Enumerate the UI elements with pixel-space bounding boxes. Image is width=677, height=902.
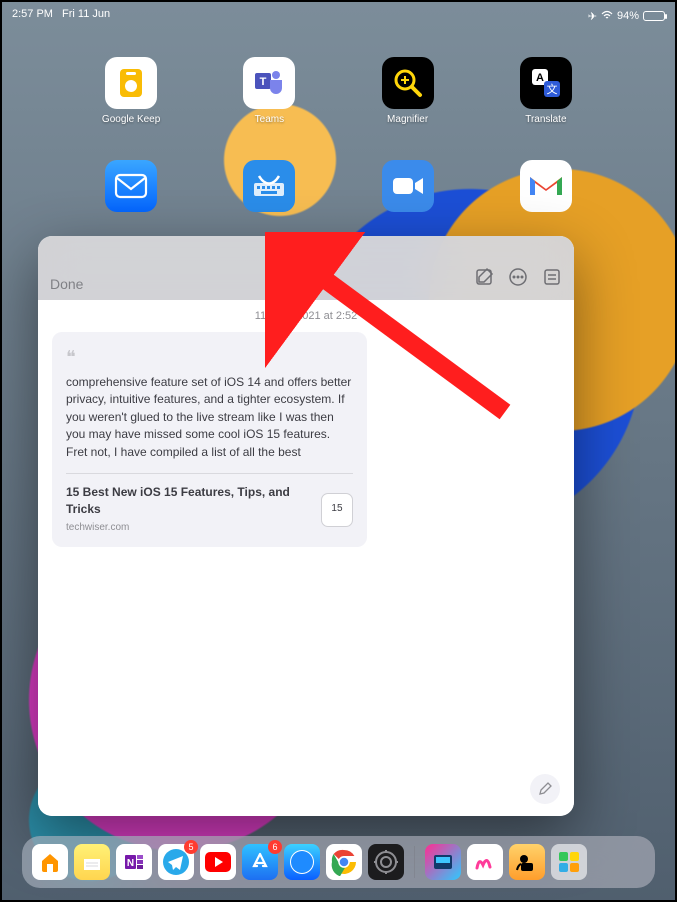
translate-icon: A文: [520, 57, 572, 109]
dock-app-telegram[interactable]: 5: [158, 844, 194, 880]
status-left: 2:57 PM Fri 11 Jun: [12, 8, 116, 24]
status-right: ✈︎ 94%: [588, 8, 665, 24]
excerpt-text: comprehensive feature set of iOS 14 and …: [66, 374, 353, 461]
app-label: Translate: [525, 114, 566, 125]
dock-recent-3[interactable]: [509, 844, 545, 880]
google-keep-icon: [105, 57, 157, 109]
app-translate[interactable]: A文 Translate: [506, 57, 586, 125]
dock-app-chrome[interactable]: [326, 844, 362, 880]
dock-app-notes[interactable]: [74, 844, 110, 880]
link-title: 15 Best New iOS 15 Features, Tips, and T…: [66, 484, 311, 519]
modal-header: Done: [38, 236, 574, 300]
app-label: Google Keep: [102, 114, 160, 125]
dock-recent-1[interactable]: [425, 844, 461, 880]
status-bar: 2:57 PM Fri 11 Jun ✈︎ 94%: [2, 8, 675, 24]
dock-app-settings[interactable]: [368, 844, 404, 880]
mail-icon: [105, 160, 157, 212]
compose-icon[interactable]: [474, 267, 494, 292]
app-mail[interactable]: [91, 160, 171, 212]
clock: 2:57 PM: [12, 8, 53, 20]
svg-text:A: A: [536, 72, 544, 84]
home-screen: Google Keep T Teams Magnifier A文 Transla…: [2, 57, 675, 247]
notes-list-icon[interactable]: [542, 267, 562, 292]
app-zoom[interactable]: [368, 160, 448, 212]
dock-app-library[interactable]: [551, 844, 587, 880]
teams-icon: T: [243, 57, 295, 109]
svg-text:N: N: [127, 858, 134, 869]
dock-app-safari[interactable]: [284, 844, 320, 880]
modal-body: 11 June 2021 at 2:52 ❝ comprehensive fea…: [38, 300, 574, 816]
quote-card[interactable]: ❝ comprehensive feature set of iOS 14 an…: [52, 332, 367, 547]
dock-divider: [414, 846, 415, 878]
badge: 6: [268, 840, 282, 854]
dock-app-onenote[interactable]: N: [116, 844, 152, 880]
link-domain: techwiser.com: [66, 521, 311, 536]
battery-percent: 94%: [617, 10, 639, 22]
svg-text:文: 文: [546, 82, 557, 96]
magnifier-icon: [382, 57, 434, 109]
app-teams[interactable]: T Teams: [229, 57, 309, 125]
timestamp: 11 June 2021 at 2:52: [52, 310, 560, 322]
app-label: Teams: [255, 114, 284, 125]
done-button[interactable]: Done: [50, 276, 83, 292]
app-label: Magnifier: [387, 114, 428, 125]
gmail-icon: [520, 160, 572, 212]
keyboard-icon: [243, 160, 295, 212]
app-magnifier[interactable]: Magnifier: [368, 57, 448, 125]
date: Fri 11 Jun: [62, 8, 110, 20]
link-thumbnail: 15: [321, 493, 353, 527]
zoom-icon: [382, 160, 434, 212]
dock-app-youtube[interactable]: [200, 844, 236, 880]
wifi-icon: [601, 10, 613, 23]
dock-app-home[interactable]: [32, 844, 68, 880]
quick-note-panel: Done 11 June 2021 at 2:52 ❝ comprehensiv…: [38, 236, 574, 816]
link-preview[interactable]: 15 Best New iOS 15 Features, Tips, and T…: [66, 473, 353, 535]
airplane-icon: ✈︎: [588, 10, 597, 23]
badge: 5: [184, 840, 198, 854]
svg-text:T: T: [260, 76, 267, 88]
app-gmail[interactable]: [506, 160, 586, 212]
handwriting-button[interactable]: [530, 774, 560, 804]
more-icon[interactable]: [508, 267, 528, 292]
app-google-keep[interactable]: Google Keep: [91, 57, 171, 125]
app-swiftkey[interactable]: [229, 160, 309, 212]
quote-icon: ❝: [66, 344, 353, 370]
battery-icon: [643, 11, 665, 21]
dock-recent-2[interactable]: [467, 844, 503, 880]
dock-app-appstore[interactable]: 6: [242, 844, 278, 880]
dock: N 5 6: [22, 836, 655, 888]
drag-handle[interactable]: [286, 243, 326, 247]
